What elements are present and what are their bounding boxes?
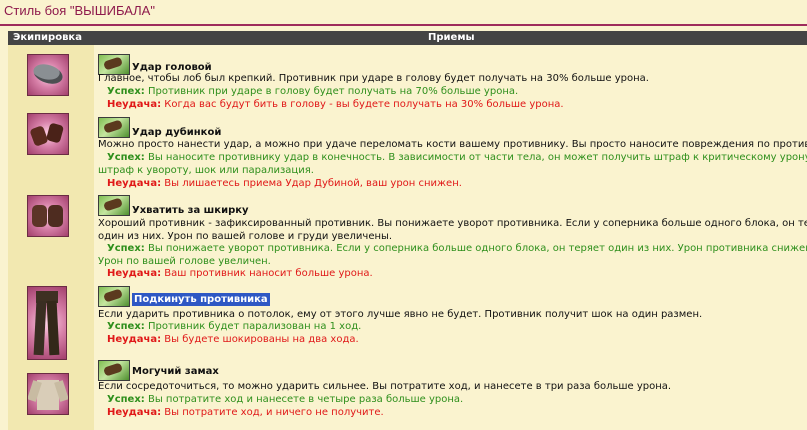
technique-fail: Неудача: Вы будете шокированы на два ход…	[107, 333, 359, 346]
fail-label: Неудача:	[107, 407, 162, 418]
success-label: Успех:	[107, 394, 145, 405]
fail-text: Вы лишаетесь приема Удар Дубиной, ваш ур…	[164, 178, 462, 189]
technique-name-selected[interactable]: Подкинуть противника	[132, 293, 270, 306]
fail-text: Вы будете шокированы на два хода.	[164, 334, 359, 345]
success-label: Успех:	[107, 321, 145, 332]
fail-text: Когда вас будут бить в голову - вы будет…	[164, 99, 564, 110]
technique-success: Успех: Противник будет парализован на 1 …	[107, 320, 361, 333]
technique-success: Успех: Вы понижаете уворот противника. Е…	[107, 242, 807, 255]
technique-success: Успех: Вы потратите ход и нанесете в чет…	[107, 393, 463, 406]
technique-fail: Неудача: Когда вас будут бить в голову -…	[107, 98, 564, 111]
success-text: Вы потратите ход и нанесете в четыре раз…	[147, 394, 464, 405]
page-title: Стиль боя "ВЫШИБАЛА"	[4, 3, 155, 18]
fail-label: Неудача:	[107, 268, 162, 279]
table-header: Экипировка Приемы	[8, 31, 807, 45]
success-text: Вы понижаете уворот противника. Если у с…	[147, 243, 807, 254]
fail-text: Вы потратите ход, и ничего не получите.	[164, 407, 384, 418]
fail-label: Неудача:	[107, 99, 162, 110]
success-text: Противник будет парализован на 1 ход.	[147, 321, 362, 332]
success-text: Вы наносите противнику удар в конечность…	[147, 152, 807, 163]
grab-collar-technique-icon[interactable]	[98, 195, 130, 216]
column-header-techniques: Приемы	[428, 32, 475, 43]
success-label: Успех:	[107, 86, 145, 97]
mighty-swing-technique-icon[interactable]	[98, 360, 130, 381]
fail-label: Неудача:	[107, 334, 162, 345]
technique-name: Могучий замах	[132, 366, 219, 377]
toss-opponent-technique-icon[interactable]	[98, 286, 130, 307]
bracers-icon[interactable]	[27, 113, 69, 155]
success-text: Противник при ударе в голову будет получ…	[147, 86, 519, 97]
technique-description: Хороший противник - зафиксированный прот…	[98, 218, 807, 229]
technique-fail: Неудача: Вы потратите ход, и ничего не п…	[107, 406, 384, 419]
fail-text: Ваш противник наносит больше урона.	[164, 268, 373, 279]
success-label: Успех:	[107, 152, 145, 163]
shirt-icon[interactable]	[27, 373, 69, 415]
technique-description: Если сосредоточиться, то можно ударить с…	[98, 381, 672, 392]
gloves-icon[interactable]	[27, 195, 69, 237]
technique-name: Ухватить за шкирку	[132, 205, 249, 216]
technique-fail: Неудача: Вы лишаетесь приема Удар Дубино…	[107, 177, 462, 190]
success-label: Успех:	[107, 243, 145, 254]
fail-label: Неудача:	[107, 178, 162, 189]
technique-success: Успех: Вы наносите противнику удар в кон…	[107, 151, 807, 164]
helmet-icon[interactable]	[27, 54, 69, 96]
technique-description: Можно просто нанести удар, а можно при у…	[98, 139, 807, 150]
technique-description: Главное, чтобы лоб был крепкий. Противни…	[98, 73, 649, 84]
title-divider	[0, 24, 807, 26]
technique-success: Успех: Противник при ударе в голову буде…	[107, 85, 518, 98]
technique-fail: Неудача: Ваш противник наносит больше ур…	[107, 267, 373, 280]
technique-name: Удар дубинкой	[132, 127, 222, 138]
club-strike-technique-icon[interactable]	[98, 117, 130, 138]
pants-icon[interactable]	[27, 286, 67, 360]
column-header-equipment: Экипировка	[13, 32, 82, 43]
technique-success-continued: штраф к увороту, шок или парализация.	[98, 165, 314, 176]
